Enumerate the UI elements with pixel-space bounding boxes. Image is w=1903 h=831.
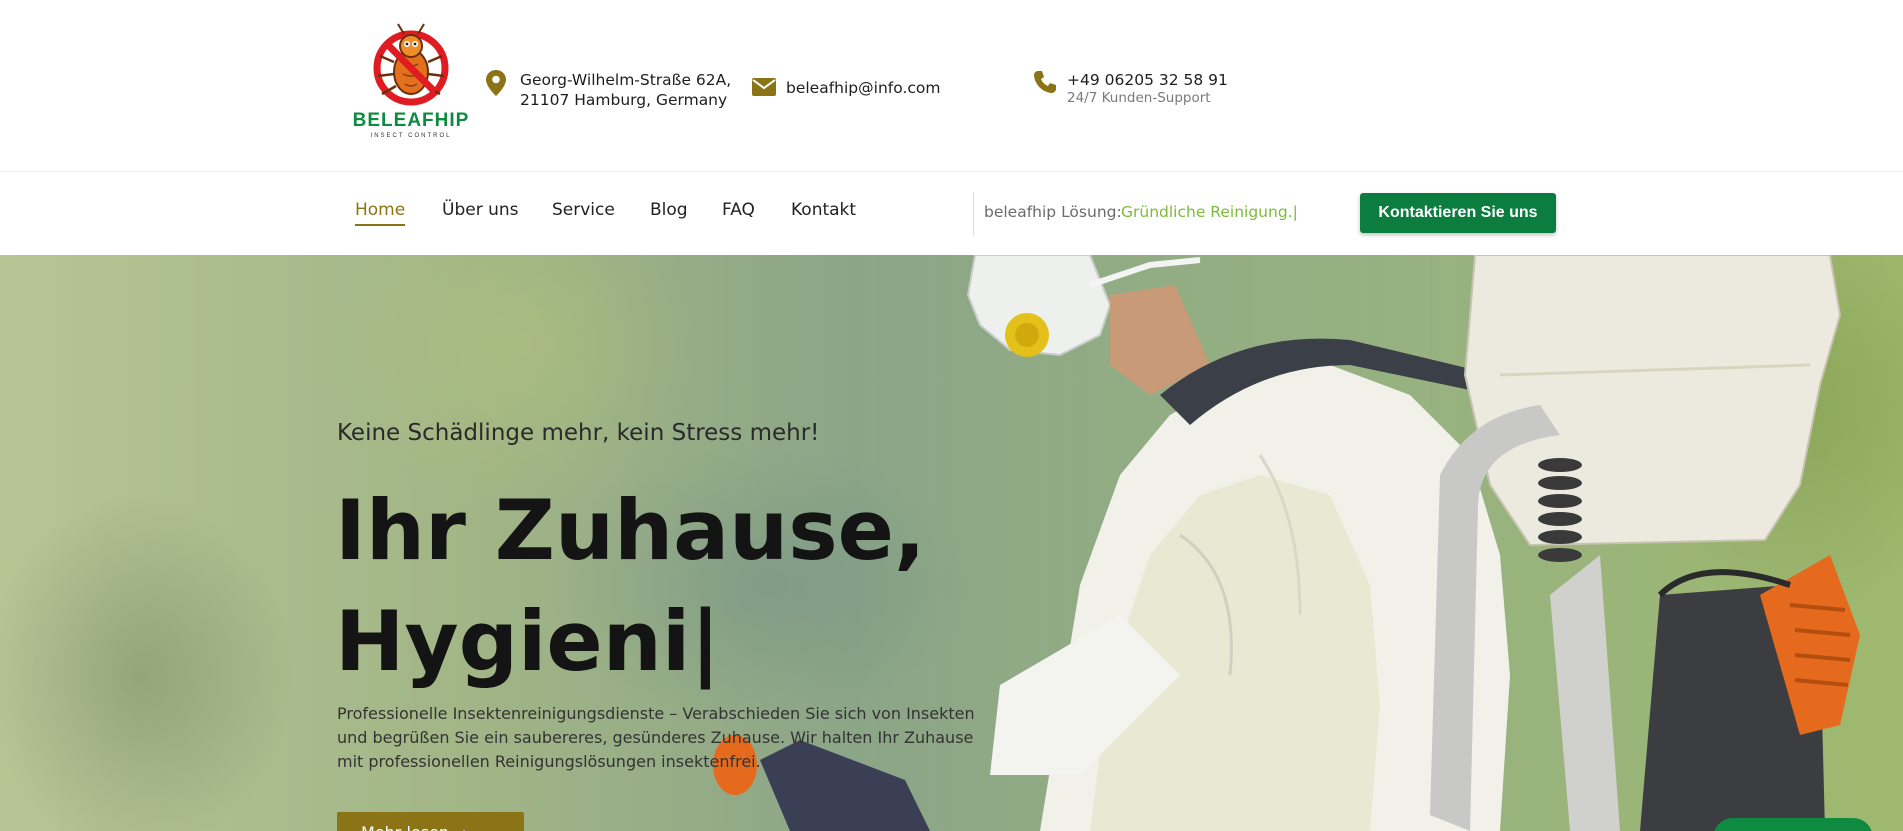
phone-block: +49 06205 32 58 91 24/7 Kunden-Support xyxy=(1033,70,1228,106)
map-pin-icon xyxy=(486,70,512,100)
brand-tagline: INSECT CONTROL xyxy=(370,133,452,139)
hero-subtitle: Keine Schädlinge mehr, kein Stress mehr! xyxy=(337,420,820,446)
phone-link[interactable]: +49 06205 32 58 91 xyxy=(1067,70,1228,90)
email-link[interactable]: beleafhip@info.com xyxy=(786,78,940,98)
hero-title-line-1: Ihr Zuhause, xyxy=(335,482,926,579)
main-nav: Home Über uns Service Blog FAQ Kontakt b… xyxy=(0,172,1903,255)
read-more-button[interactable]: Mehr lesen › xyxy=(337,812,524,831)
nav-blog[interactable]: Blog xyxy=(650,200,688,220)
arrow-right-icon: › xyxy=(462,823,468,831)
brand-name: BELEAFHIP xyxy=(352,110,470,131)
top-header: BELEAFHIP INSECT CONTROL Georg-Wilhelm-S… xyxy=(0,0,1903,172)
brand-logo[interactable]: BELEAFHIP INSECT CONTROL xyxy=(348,22,474,144)
nav-home[interactable]: Home xyxy=(355,200,406,226)
address-line-1: Georg-Wilhelm-Straße 62A, xyxy=(520,71,732,89)
address-line-2: 21107 Hamburg, Germany xyxy=(520,91,728,109)
envelope-icon xyxy=(752,78,778,100)
nav-about[interactable]: Über uns xyxy=(442,200,519,220)
read-more-label: Mehr lesen xyxy=(361,823,449,831)
email-block: beleafhip@info.com xyxy=(752,78,940,100)
hero-title-line-2: Hygieni| xyxy=(335,593,721,690)
hero-description: Professionelle Insektenreinigungsdienste… xyxy=(337,704,975,771)
nav-faq[interactable]: FAQ xyxy=(722,200,755,220)
address-block: Georg-Wilhelm-Straße 62A, 21107 Hamburg,… xyxy=(486,70,731,110)
solution-label: beleafhip Lösung: xyxy=(984,203,1122,221)
phone-note: 24/7 Kunden-Support xyxy=(1067,90,1211,106)
nav-divider xyxy=(973,192,974,236)
contact-us-button[interactable]: Kontaktieren Sie uns xyxy=(1360,193,1556,233)
solution-typed-text: Gründliche Reinigung.| xyxy=(1121,203,1298,221)
bug-logo-icon xyxy=(373,23,449,106)
hero-section: Keine Schädlinge mehr, kein Stress mehr!… xyxy=(0,255,1903,831)
hero-title: Ihr Zuhause, Hygieni| xyxy=(335,475,1035,697)
floating-chat-button[interactable] xyxy=(1713,818,1873,831)
nav-service[interactable]: Service xyxy=(552,200,615,220)
nav-contact[interactable]: Kontakt xyxy=(791,200,856,220)
phone-icon xyxy=(1033,70,1059,98)
